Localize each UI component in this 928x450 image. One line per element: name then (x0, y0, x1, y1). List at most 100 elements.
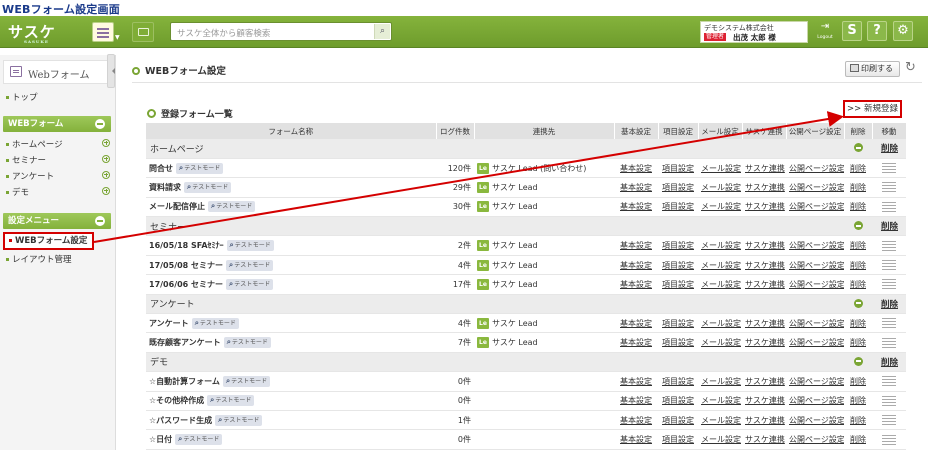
settings-link[interactable]: 基本設定 (620, 241, 652, 250)
settings-link[interactable]: サスケ連携 (745, 202, 785, 211)
delete-link[interactable]: 削除 (850, 241, 866, 250)
test-mode-button[interactable]: ⌕テストモード (208, 201, 256, 213)
sidebar-collapse-handle[interactable] (107, 54, 115, 88)
form-name[interactable]: ☆自動計算フォーム (149, 377, 220, 386)
settings-link[interactable]: 基本設定 (620, 377, 652, 386)
test-mode-button[interactable]: ⌕テストモード (226, 240, 274, 252)
settings-link[interactable]: 公開ページ設定 (789, 377, 844, 386)
settings-link[interactable]: 公開ページ設定 (789, 435, 844, 444)
settings-link[interactable]: 項目設定 (662, 183, 694, 192)
settings-link[interactable]: メール設定 (701, 183, 741, 192)
settings-link[interactable]: サスケ連携 (745, 319, 785, 328)
drag-handle-icon[interactable] (882, 415, 896, 426)
settings-link[interactable]: メール設定 (701, 396, 741, 405)
settings-link[interactable]: サスケ連携 (745, 241, 785, 250)
settings-link[interactable]: サスケ連携 (745, 416, 785, 425)
test-mode-button[interactable]: ⌕テストモード (191, 317, 239, 329)
settings-link[interactable]: 項目設定 (662, 396, 694, 405)
settings-link[interactable]: 公開ページ設定 (789, 183, 844, 192)
settings-link[interactable]: メール設定 (701, 435, 741, 444)
settings-link[interactable]: メール設定 (701, 241, 741, 250)
drag-handle-icon[interactable] (882, 163, 896, 174)
log-count[interactable]: 29件 (436, 177, 474, 198)
expand-plus-icon[interactable] (102, 139, 110, 147)
settings-link[interactable]: 項目設定 (662, 241, 694, 250)
settings-link[interactable]: 公開ページ設定 (789, 164, 844, 173)
expand-plus-icon[interactable] (102, 155, 110, 163)
delete-link[interactable]: 削除 (850, 280, 866, 289)
log-count[interactable]: 2件 (436, 235, 474, 256)
logout-icon[interactable]: ⇥ Logout (814, 21, 836, 43)
settings-link[interactable]: メール設定 (701, 261, 741, 270)
settings-link[interactable]: サスケ連携 (745, 280, 785, 289)
test-mode-button[interactable]: ⌕テストモード (223, 337, 271, 349)
settings-link[interactable]: 基本設定 (620, 164, 652, 173)
settings-link[interactable]: 公開ページ設定 (789, 261, 844, 270)
expand-plus-icon[interactable] (102, 171, 110, 179)
logo[interactable]: サスケ SASUKE (8, 21, 80, 44)
collapse-icon[interactable] (95, 216, 105, 226)
bulk-delete-link[interactable]: 削除 (872, 352, 906, 373)
form-name[interactable]: ☆パスワード生成 (149, 416, 212, 425)
sidebar-item-homepage[interactable]: ホームページ (6, 138, 110, 150)
settings-link[interactable]: 基本設定 (620, 261, 652, 270)
bulk-delete-link[interactable]: 削除 (872, 216, 906, 237)
settings-link[interactable]: 公開ページ設定 (789, 338, 844, 347)
test-mode-button[interactable]: ⌕テストモード (215, 414, 263, 426)
settings-link[interactable]: 項目設定 (662, 280, 694, 289)
help-icon[interactable]: ? (867, 21, 887, 41)
settings-link[interactable]: メール設定 (701, 164, 741, 173)
settings-link[interactable]: メール設定 (701, 280, 741, 289)
settings-link[interactable]: サスケ連携 (745, 396, 785, 405)
sidebar-item-top[interactable]: トップ (6, 91, 38, 103)
settings-link[interactable]: サスケ連携 (745, 261, 785, 270)
collapse-group-icon[interactable] (844, 216, 872, 237)
test-mode-button[interactable]: ⌕テストモード (226, 259, 274, 271)
settings-link[interactable]: メール設定 (701, 319, 741, 328)
delete-link[interactable]: 削除 (850, 416, 866, 425)
message-icon[interactable] (132, 22, 154, 42)
sidebar-item-layout[interactable]: レイアウト管理 (6, 253, 72, 265)
drag-handle-icon[interactable] (882, 182, 896, 193)
drag-handle-icon[interactable] (882, 376, 896, 387)
collapse-group-icon[interactable] (844, 294, 872, 315)
form-name[interactable]: ☆その他枠作成 (149, 396, 204, 405)
delete-link[interactable]: 削除 (850, 183, 866, 192)
log-count[interactable]: 0件 (436, 371, 474, 392)
bulk-delete-link[interactable]: 削除 (872, 294, 906, 315)
print-button[interactable]: 印刷する (845, 61, 900, 77)
sidebar-item-survey[interactable]: アンケート (6, 170, 110, 182)
section-settings[interactable]: 設定メニュー (3, 213, 111, 229)
collapse-group-icon[interactable] (844, 352, 872, 373)
collapse-group-icon[interactable] (844, 139, 872, 159)
settings-link[interactable]: 項目設定 (662, 416, 694, 425)
settings-link[interactable]: 基本設定 (620, 416, 652, 425)
form-name[interactable]: 17/05/08 セミナー (149, 261, 223, 270)
log-count[interactable]: 7件 (436, 332, 474, 353)
delete-link[interactable]: 削除 (850, 338, 866, 347)
form-name[interactable]: 17/06/06 セミナー (149, 280, 223, 289)
settings-link[interactable]: 公開ページ設定 (789, 241, 844, 250)
settings-link[interactable]: 基本設定 (620, 202, 652, 211)
settings-link[interactable]: 基本設定 (620, 338, 652, 347)
settings-link[interactable]: 基本設定 (620, 396, 652, 405)
log-count[interactable]: 0件 (436, 429, 474, 450)
settings-link[interactable]: 公開ページ設定 (789, 396, 844, 405)
settings-link[interactable]: 項目設定 (662, 164, 694, 173)
delete-link[interactable]: 削除 (850, 377, 866, 386)
settings-link[interactable]: メール設定 (701, 416, 741, 425)
log-count[interactable]: 120件 (436, 158, 474, 179)
settings-link[interactable]: 基本設定 (620, 183, 652, 192)
test-mode-button[interactable]: ⌕テストモード (175, 434, 223, 446)
form-name[interactable]: 既存顧客アンケート (149, 338, 221, 347)
settings-link[interactable]: メール設定 (701, 377, 741, 386)
sidebar-item-seminar[interactable]: セミナー (6, 154, 110, 166)
log-count[interactable]: 17件 (436, 274, 474, 295)
search-icon[interactable]: ⌕ (374, 24, 390, 39)
drag-handle-icon[interactable] (882, 260, 896, 271)
delete-link[interactable]: 削除 (850, 261, 866, 270)
settings-link[interactable]: 項目設定 (662, 435, 694, 444)
user-info[interactable]: デモシステム株式会社 管理者 出茂 太郎 様 (700, 21, 808, 43)
settings-link[interactable]: 項目設定 (662, 202, 694, 211)
settings-link[interactable]: メール設定 (701, 202, 741, 211)
